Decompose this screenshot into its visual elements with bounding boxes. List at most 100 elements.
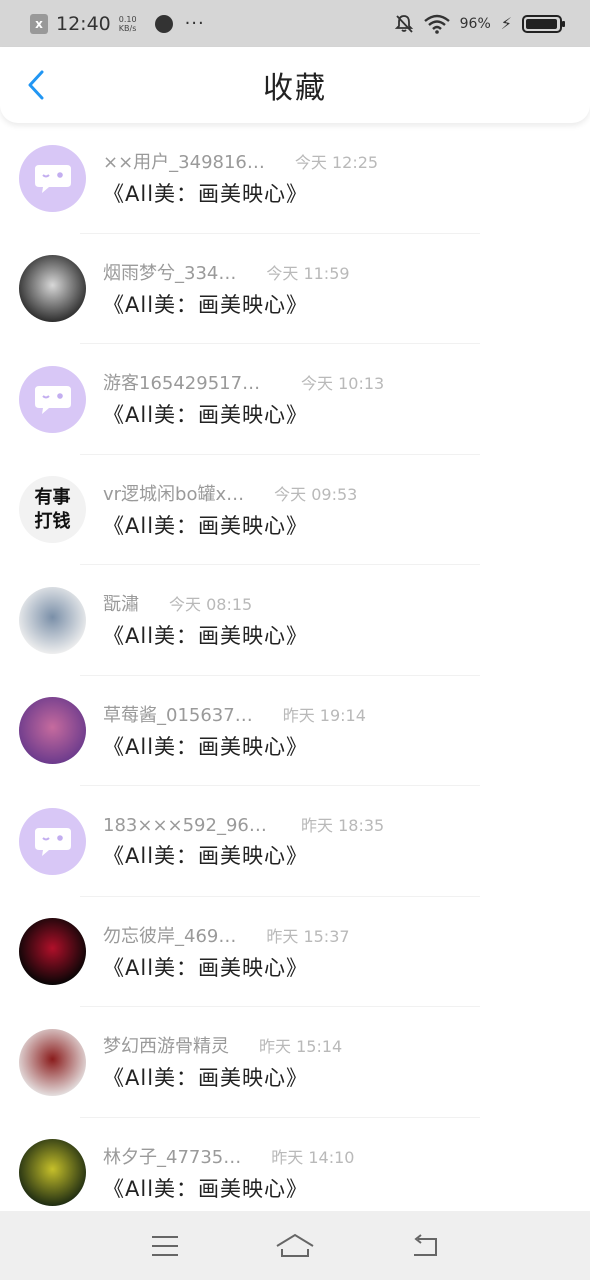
favorite-title[interactable]: 《All美：画美映心》 — [103, 1173, 354, 1203]
status-bar: x 12:40 0.10 KB/s ··· 96% ⚡ — [0, 0, 590, 47]
list-item[interactable]: 梦幻西游骨精灵 昨天 15:14 《All美：画美映心》 — [0, 1007, 590, 1118]
item-meta: 林夕子_47735… 昨天 14:10 — [103, 1143, 354, 1169]
home-button[interactable] — [275, 1231, 315, 1261]
chat-bubble-icon — [34, 165, 71, 194]
item-content: 游客1654295176… 今天 10:13 《All美：画美映心》 — [103, 369, 384, 429]
avatar[interactable] — [19, 365, 86, 433]
avatar[interactable]: 有事 打钱 — [19, 476, 86, 544]
speed-unit: KB/s — [118, 23, 137, 33]
username[interactable]: 梦幻西游骨精灵 — [103, 1032, 229, 1058]
avatar[interactable] — [19, 807, 86, 875]
chat-bubble-icon — [34, 828, 71, 857]
timestamp: 今天 11:59 — [266, 263, 350, 283]
avatar-photo[interactable] — [19, 918, 86, 986]
favorite-title[interactable]: 《All美：画美映心》 — [103, 1062, 342, 1092]
list-item[interactable]: 林夕子_47735… 昨天 14:10 《All美：画美映心》 — [0, 1118, 590, 1212]
list-item[interactable]: ××用户_349816… 今天 12:25 《All美：画美映心》 — [0, 123, 590, 234]
username[interactable]: 翫潚 — [103, 590, 139, 616]
username[interactable]: 烟雨梦兮_334… — [103, 259, 236, 285]
favorites-list[interactable]: ××用户_349816… 今天 12:25 《All美：画美映心》 烟雨梦兮_334…… — [0, 123, 590, 1211]
item-content: 草莓酱_015637… 昨天 19:14 《All美：画美映心》 — [103, 701, 366, 761]
item-content: vr逻城闲bo罐x… 今天 09:53 《All美：画美映心》 — [103, 480, 357, 540]
item-meta: 梦幻西游骨精灵 昨天 15:14 — [103, 1032, 342, 1058]
item-content: 梦幻西游骨精灵 昨天 15:14 《All美：画美映心》 — [103, 1032, 342, 1092]
list-item[interactable]: 游客1654295176… 今天 10:13 《All美：画美映心》 — [0, 344, 590, 455]
chevron-left-icon — [28, 70, 44, 100]
list-item[interactable]: 勿忘彼岸_469… 昨天 15:37 《All美：画美映心》 — [0, 897, 590, 1007]
item-meta: 草莓酱_015637… 昨天 19:14 — [103, 701, 366, 727]
timestamp: 今天 09:53 — [274, 484, 358, 504]
list-item[interactable]: 烟雨梦兮_334… 今天 11:59 《All美：画美映心》 — [0, 234, 590, 344]
speed-value: 0.10 — [118, 14, 137, 24]
back-button[interactable] — [18, 67, 54, 103]
favorite-title[interactable]: 《All美：画美映心》 — [103, 178, 378, 208]
favorite-title[interactable]: 《All美：画美映心》 — [103, 620, 308, 650]
username[interactable]: 草莓酱_015637… — [103, 701, 253, 727]
username[interactable]: 勿忘彼岸_469… — [103, 922, 236, 948]
username[interactable]: ××用户_349816… — [103, 148, 265, 174]
notification-app-icon — [154, 14, 173, 33]
system-nav-bar — [0, 1211, 590, 1280]
battery-icon — [522, 14, 565, 33]
bell-muted-icon — [394, 14, 413, 33]
avatar-photo[interactable] — [19, 697, 86, 765]
list-item[interactable]: 翫潚 今天 08:15 《All美：画美映心》 — [0, 565, 590, 676]
timestamp: 昨天 14:10 — [271, 1147, 355, 1167]
favorite-title[interactable]: 《All美：画美映心》 — [103, 510, 357, 540]
more-notifications-icon: ··· — [184, 13, 205, 34]
avatar-photo[interactable] — [19, 255, 86, 323]
item-meta: 游客1654295176… 今天 10:13 — [103, 369, 384, 395]
item-meta: vr逻城闲bo罐x… 今天 09:53 — [103, 480, 357, 506]
username[interactable]: 183×××592_9615… — [103, 815, 271, 836]
status-left: x 12:40 0.10 KB/s ··· — [30, 13, 205, 35]
item-content: 翫潚 今天 08:15 《All美：画美映心》 — [103, 590, 308, 650]
timestamp: 昨天 15:37 — [266, 926, 350, 946]
favorite-title[interactable]: 《All美：画美映心》 — [103, 840, 384, 870]
battery-percent: 96% — [459, 15, 491, 32]
charging-icon: ⚡ — [500, 14, 512, 33]
timestamp: 昨天 18:35 — [301, 816, 385, 836]
timestamp: 昨天 15:14 — [259, 1037, 343, 1057]
item-meta: 烟雨梦兮_334… 今天 11:59 — [103, 259, 350, 285]
list-item[interactable]: 草莓酱_015637… 昨天 19:14 《All美：画美映心》 — [0, 676, 590, 786]
home-icon — [276, 1233, 314, 1257]
timestamp: 昨天 19:14 — [282, 705, 366, 725]
avatar-text-line: 打钱 — [34, 510, 71, 532]
favorite-title[interactable]: 《All美：画美映心》 — [103, 731, 366, 761]
item-meta: 勿忘彼岸_469… 昨天 15:37 — [103, 922, 350, 948]
list-item[interactable]: 183×××592_9615… 昨天 18:35 《All美：画美映心》 — [0, 786, 590, 897]
username[interactable]: 游客1654295176… — [103, 369, 271, 395]
favorite-title[interactable]: 《All美：画美映心》 — [103, 399, 384, 429]
item-content: 烟雨梦兮_334… 今天 11:59 《All美：画美映心》 — [103, 259, 350, 319]
timestamp: 今天 08:15 — [169, 595, 253, 615]
favorite-title[interactable]: 《All美：画美映心》 — [103, 289, 350, 319]
page-title: 收藏 — [263, 71, 327, 106]
status-right: 96% ⚡ — [394, 14, 565, 34]
item-meta: ××用户_349816… 今天 12:25 — [103, 148, 378, 174]
avatar-photo[interactable] — [19, 1139, 86, 1207]
item-content: 183×××592_9615… 昨天 18:35 《All美：画美映心》 — [103, 812, 384, 870]
avatar[interactable] — [19, 144, 86, 212]
menu-button[interactable] — [145, 1231, 185, 1261]
network-speed: 0.10 KB/s — [119, 15, 137, 33]
timestamp: 今天 12:25 — [294, 153, 379, 173]
username[interactable]: vr逻城闲bo罐x… — [103, 480, 244, 506]
avatar-text-line: 有事 — [34, 486, 71, 508]
clock: 12:40 — [56, 12, 111, 35]
username[interactable]: 林夕子_47735… — [103, 1143, 241, 1169]
header: 收藏 — [0, 47, 590, 123]
back-icon — [414, 1233, 437, 1256]
sim-icon: x — [30, 13, 48, 34]
timestamp: 今天 10:13 — [301, 374, 385, 394]
battery-level — [526, 18, 557, 29]
avatar-photo[interactable] — [19, 586, 86, 654]
item-content: ××用户_349816… 今天 12:25 《All美：画美映心》 — [103, 148, 378, 208]
item-content: 林夕子_47735… 昨天 14:10 《All美：画美映心》 — [103, 1143, 354, 1203]
wifi-icon — [423, 14, 450, 34]
list-item[interactable]: 有事 打钱 vr逻城闲bo罐x… 今天 09:53 《All美：画美映心》 — [0, 455, 590, 565]
favorite-title[interactable]: 《All美：画美映心》 — [103, 952, 350, 982]
item-meta: 183×××592_9615… 昨天 18:35 — [103, 812, 384, 836]
avatar-photo[interactable] — [19, 1028, 86, 1096]
chat-bubble-icon — [34, 386, 71, 415]
back-nav-button[interactable] — [405, 1231, 445, 1261]
